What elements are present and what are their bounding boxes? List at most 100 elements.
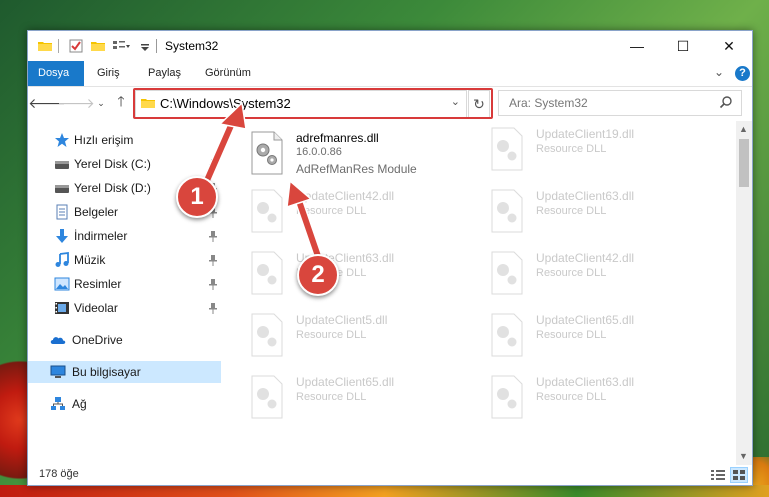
- video-icon: [55, 302, 69, 314]
- properties-icon[interactable]: [68, 38, 84, 54]
- file-type: Resource DLL: [296, 329, 367, 341]
- up-icon[interactable]: 🡑: [111, 93, 131, 113]
- nav-local-disk-c[interactable]: Yerel Disk (C:): [28, 153, 221, 175]
- tiles-view-icon[interactable]: [730, 467, 748, 483]
- window-title: System32: [165, 39, 219, 53]
- file-item[interactable]: UpdateClient65.dll Resource DLL: [462, 307, 687, 359]
- nav-videos[interactable]: Videolar: [28, 297, 221, 319]
- dll-file-icon: [491, 313, 523, 357]
- dll-file-icon: [491, 189, 523, 233]
- nav-label: Yerel Disk (C:): [74, 157, 151, 171]
- customize-toolbar-icon[interactable]: [140, 38, 150, 54]
- navigation-pane: Hızlı erişim Yerel Disk (C:) Yerel Disk …: [28, 121, 221, 465]
- pin-icon: [209, 255, 217, 266]
- annotation-marker-2: 2: [297, 254, 339, 296]
- forward-icon[interactable]: 🡒: [57, 93, 95, 113]
- nav-label: Yerel Disk (D:): [74, 181, 151, 195]
- file-item[interactable]: UpdateClient63.dll Resource DLL: [462, 183, 687, 235]
- file-list: adrefmanres.dll 16.0.0.86 AdRefManRes Mo…: [222, 121, 734, 465]
- star-icon: [55, 133, 69, 147]
- file-type: Resource DLL: [536, 143, 607, 155]
- title-bar: System32 — ☐ ✕: [28, 31, 752, 61]
- nav-label: Hızlı erişim: [74, 133, 134, 147]
- file-name: adrefmanres.dll: [296, 131, 379, 145]
- dll-file-icon: [251, 131, 283, 175]
- file-name: UpdateClient5.dll: [296, 313, 388, 327]
- dll-file-icon: [251, 189, 283, 233]
- document-icon: [56, 204, 68, 220]
- help-icon[interactable]: ?: [735, 66, 750, 81]
- tab-home[interactable]: Giriş: [87, 61, 130, 86]
- scroll-thumb[interactable]: [739, 139, 749, 187]
- file-name: UpdateClient42.dll: [296, 189, 395, 203]
- drive-icon: [55, 161, 69, 169]
- explorer-window: System32 — ☐ ✕ Dosya Giriş Paylaş Görünü…: [27, 30, 753, 486]
- tab-share[interactable]: Paylaş: [138, 61, 191, 86]
- new-folder-icon[interactable]: [90, 38, 106, 54]
- nav-music[interactable]: Müzik: [28, 249, 221, 271]
- drive-icon: [55, 185, 69, 193]
- pin-icon: [209, 159, 217, 170]
- nav-network[interactable]: Ağ: [28, 393, 221, 415]
- dll-file-icon: [491, 127, 523, 171]
- search-icon: [719, 96, 732, 109]
- ribbon-tabs: Dosya Giriş Paylaş Görünüm ⌄ ?: [28, 61, 752, 87]
- dll-file-icon: [491, 375, 523, 419]
- nav-downloads[interactable]: İndirmeler: [28, 225, 221, 247]
- file-item[interactable]: UpdateClient19.dll Resource DLL: [462, 121, 687, 173]
- expand-ribbon-icon[interactable]: ⌄: [714, 65, 724, 79]
- file-type: Resource DLL: [296, 391, 367, 403]
- file-type: Resource DLL: [536, 329, 607, 341]
- view-options-icon[interactable]: [112, 38, 130, 54]
- file-item[interactable]: UpdateClient65.dll Resource DLL: [222, 369, 447, 421]
- dll-file-icon: [251, 313, 283, 357]
- minimize-button[interactable]: —: [614, 31, 660, 61]
- nav-quick-access[interactable]: Hızlı erişim: [28, 129, 221, 151]
- tab-file[interactable]: Dosya: [28, 61, 84, 86]
- nav-label: Ağ: [72, 397, 87, 411]
- wallpaper-strip: [0, 485, 769, 497]
- file-item[interactable]: UpdateClient42.dll Resource DLL: [462, 245, 687, 297]
- computer-icon: [50, 365, 66, 378]
- file-type: Resource DLL: [536, 205, 607, 217]
- nav-label: Videolar: [74, 301, 118, 315]
- scroll-up-icon[interactable]: ▲: [739, 124, 748, 134]
- file-item[interactable]: UpdateClient63.dll Resource DLL: [462, 369, 687, 421]
- nav-label: Resimler: [74, 277, 122, 291]
- search-input[interactable]: Ara: System32: [498, 90, 742, 116]
- pin-icon: [209, 303, 217, 314]
- file-name: UpdateClient65.dll: [296, 375, 395, 389]
- vertical-scrollbar[interactable]: ▲ ▼: [736, 121, 752, 465]
- back-icon[interactable]: 🡐: [28, 93, 66, 113]
- details-view-icon[interactable]: [710, 468, 726, 482]
- scroll-down-icon[interactable]: ▼: [739, 451, 748, 461]
- file-name: UpdateClient65.dll: [536, 313, 635, 327]
- status-bar: 178 öğe: [28, 465, 752, 485]
- nav-this-pc[interactable]: Bu bilgisayar: [28, 361, 221, 383]
- maximize-button[interactable]: ☐: [660, 31, 706, 61]
- file-name: UpdateClient42.dll: [536, 251, 635, 265]
- nav-label: OneDrive: [72, 333, 123, 347]
- network-icon: [51, 397, 65, 410]
- nav-pictures[interactable]: Resimler: [28, 273, 221, 295]
- nav-label: Müzik: [74, 253, 106, 267]
- file-type: Resource DLL: [296, 205, 367, 217]
- nav-onedrive[interactable]: OneDrive: [28, 329, 221, 351]
- nav-label: İndirmeler: [74, 229, 128, 243]
- quick-access-divider: [58, 39, 59, 53]
- file-item[interactable]: UpdateClient5.dll Resource DLL: [222, 307, 447, 359]
- recent-locations-icon[interactable]: ⌄: [91, 93, 111, 113]
- file-description: AdRefManRes Module: [296, 162, 417, 176]
- file-version: 16.0.0.86: [296, 146, 342, 158]
- tab-view[interactable]: Görünüm: [195, 61, 261, 86]
- picture-icon: [54, 277, 70, 291]
- nav-label: Belgeler: [74, 205, 119, 219]
- file-item[interactable]: UpdateClient42.dll Resource DLL: [222, 183, 447, 235]
- music-icon: [55, 252, 69, 267]
- dll-file-icon: [251, 375, 283, 419]
- file-item-highlighted[interactable]: adrefmanres.dll 16.0.0.86 AdRefManRes Mo…: [222, 125, 447, 177]
- close-button[interactable]: ✕: [706, 31, 752, 61]
- dll-file-icon: [251, 251, 283, 295]
- dll-file-icon: [491, 251, 523, 295]
- item-count: 178 öğe: [39, 468, 79, 480]
